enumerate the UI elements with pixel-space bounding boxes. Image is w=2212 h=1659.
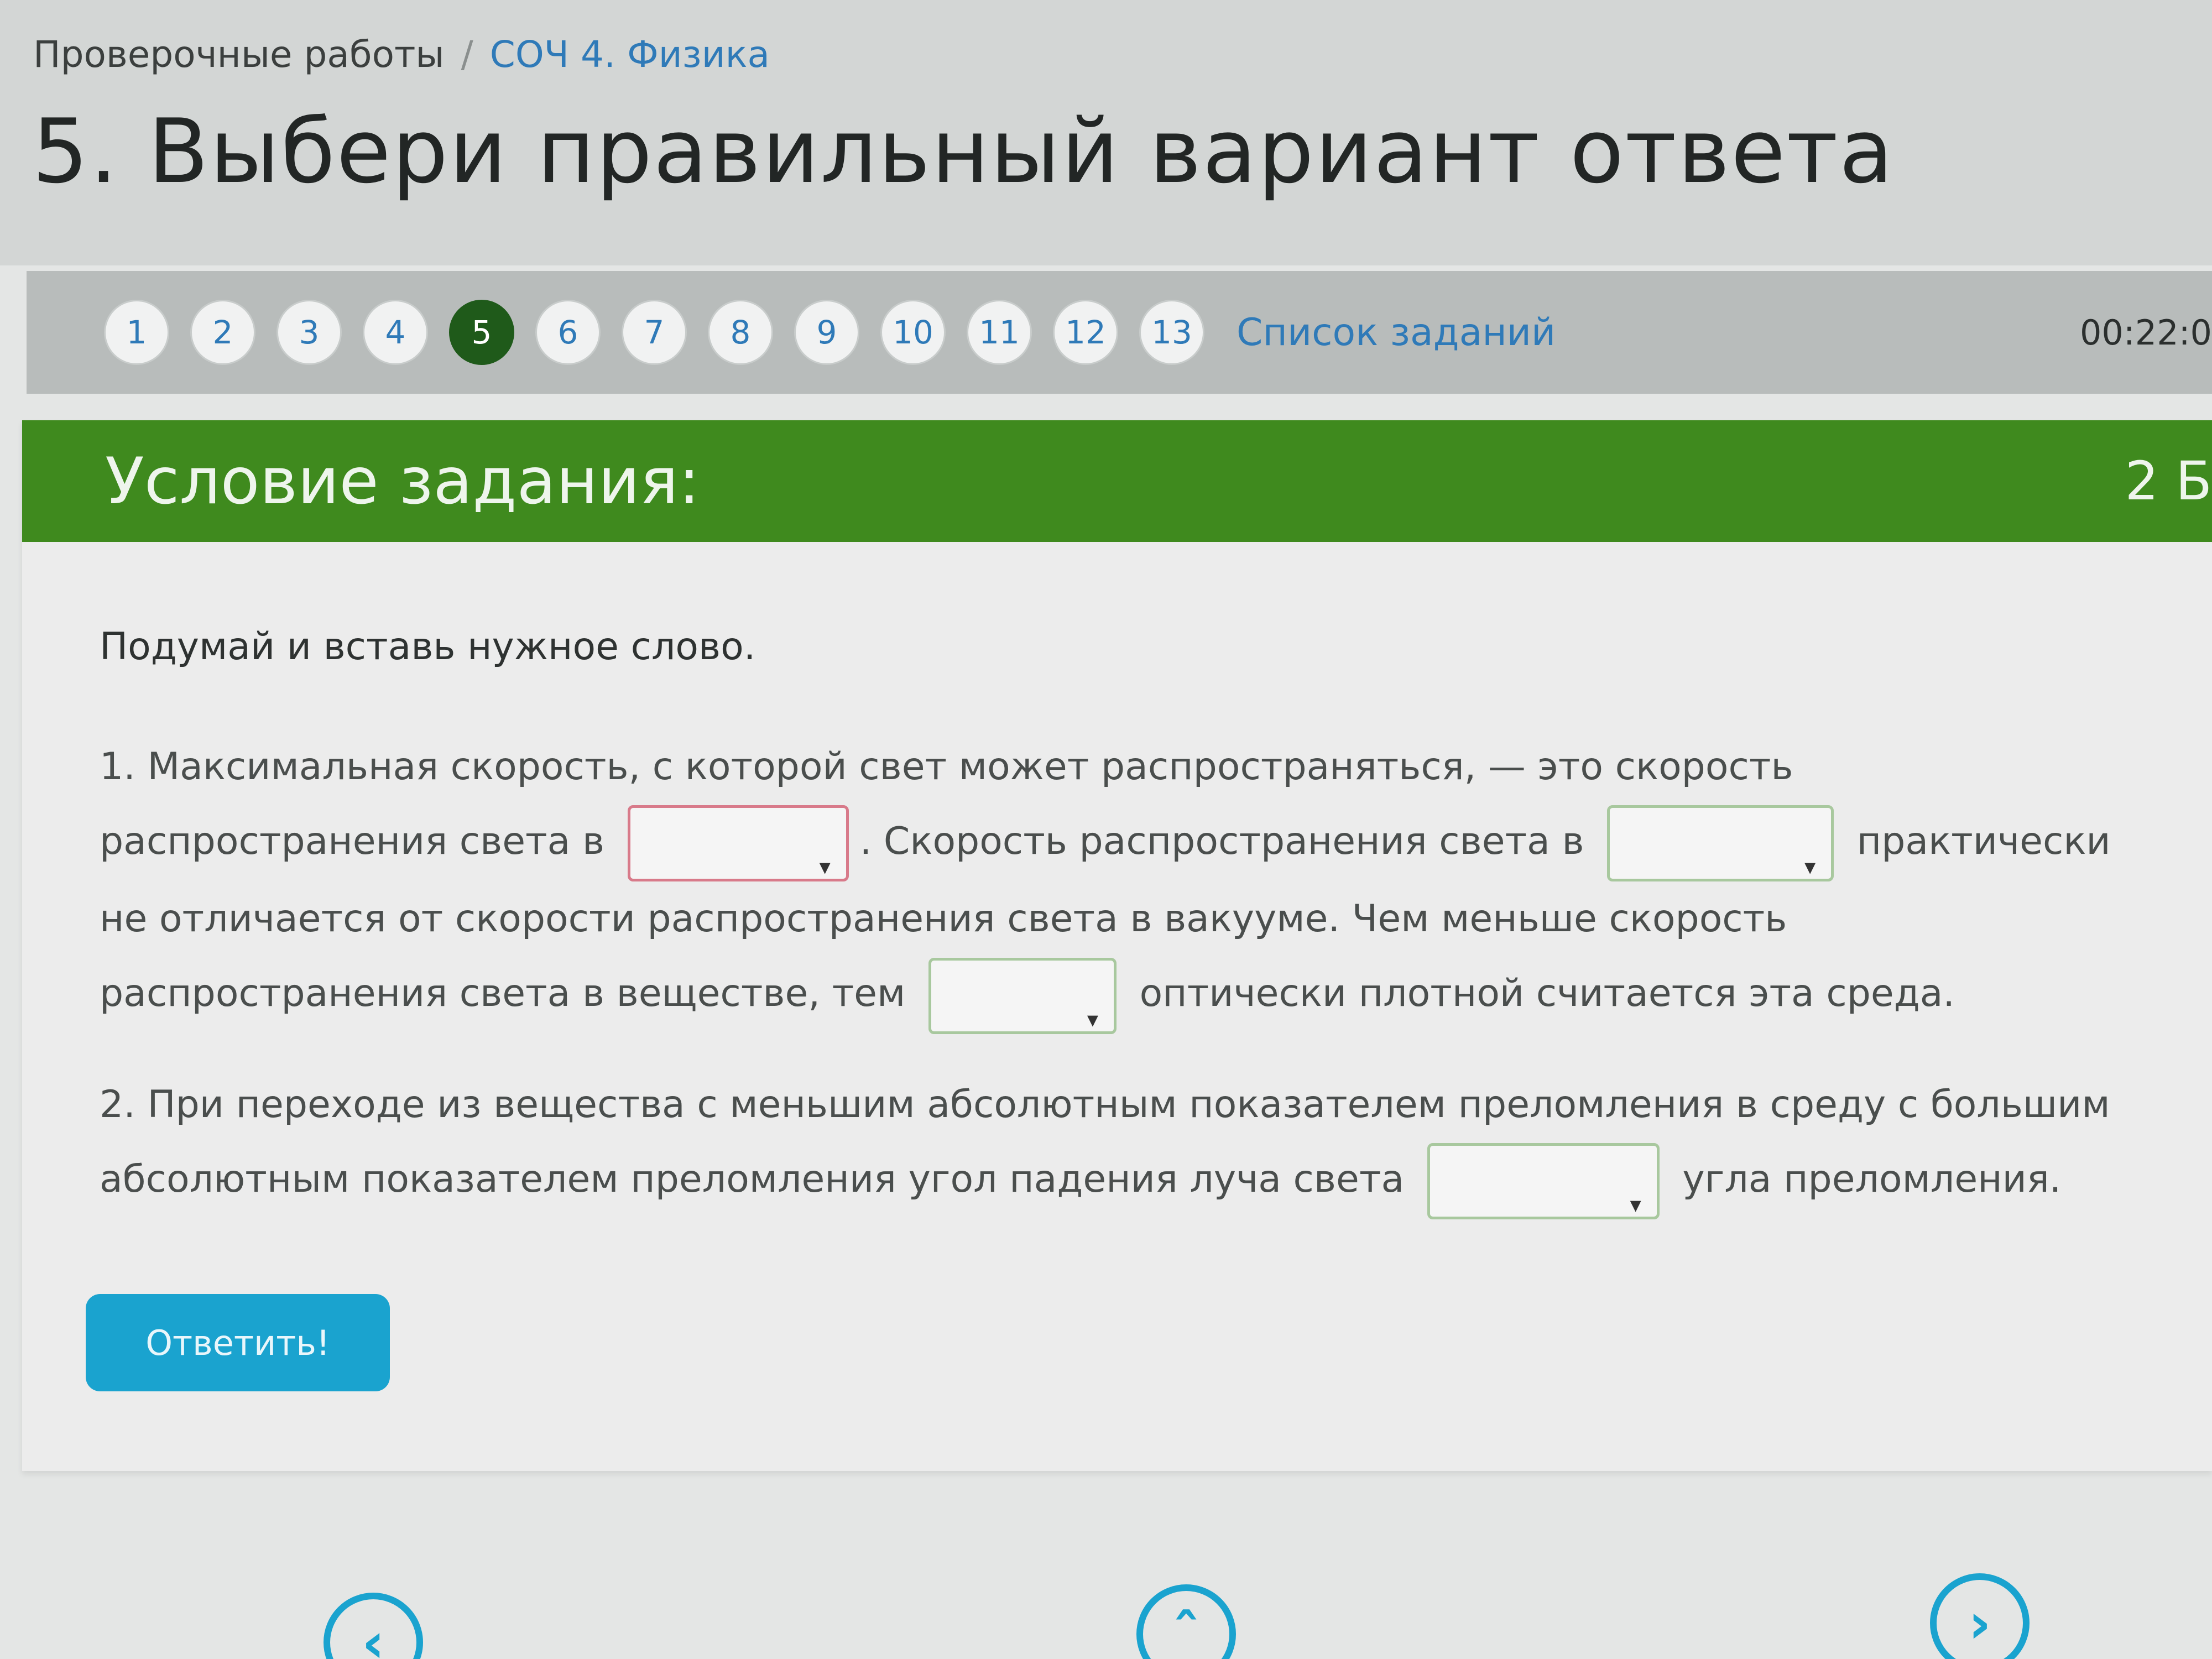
dropdown-arrow-icon: ▾ — [819, 854, 831, 880]
page-button-3[interactable]: 3 — [276, 300, 342, 365]
page-button-5-active[interactable]: 5 — [449, 300, 514, 365]
dropdown-arrow-icon: ▾ — [1087, 1006, 1098, 1032]
breadcrumb-separator: / — [461, 33, 473, 76]
chevron-up-icon: ˆ — [1172, 1601, 1200, 1659]
prev-task-button[interactable]: ‹ — [324, 1593, 423, 1659]
breadcrumb-current-link[interactable]: СОЧ 4. Физика — [490, 33, 770, 76]
dropdown-q1-blank-2[interactable]: ▾ — [1607, 805, 1834, 882]
page-button-9[interactable]: 9 — [794, 300, 859, 365]
question-1-text-part2: . Скорость распространения света в — [859, 820, 1584, 863]
dropdown-q1-blank-3[interactable]: ▾ — [928, 957, 1117, 1034]
task-card-body: Подумай и вставь нужное слово. 1. Максим… — [22, 542, 2212, 1220]
dropdown-q1-blank-1[interactable]: ▾ — [627, 805, 849, 882]
task-list-link[interactable]: Список заданий — [1237, 311, 1556, 354]
dropdown-arrow-icon: ▾ — [1630, 1192, 1641, 1218]
task-instruction: Подумай и вставь нужное слово. — [100, 625, 756, 669]
task-pager: 1 2 3 4 5 6 7 8 9 10 11 12 13 Список зад… — [27, 271, 2212, 394]
task-card-header: Условие задания: 2 Б — [22, 420, 2212, 542]
dropdown-arrow-icon: ▾ — [1804, 854, 1816, 880]
page-button-10[interactable]: 10 — [880, 300, 946, 365]
question-1: 1. Максимальная скорость, с которой свет… — [100, 729, 2135, 1034]
top-area: Проверочные работы / СОЧ 4. Физика 5. Вы… — [0, 0, 2212, 265]
page-button-7[interactable]: 7 — [622, 300, 687, 365]
question-1-text-part4: оптически плотной считается эта среда. — [1139, 972, 1955, 1016]
answer-button[interactable]: Ответить! — [86, 1294, 390, 1391]
task-card: Условие задания: 2 Б Подумай и вставь ну… — [22, 420, 2212, 1471]
page-button-4[interactable]: 4 — [363, 300, 428, 365]
page-button-6[interactable]: 6 — [535, 300, 601, 365]
next-task-button[interactable]: › — [1930, 1573, 2030, 1659]
question-2: 2. При переходе из вещества с меньшим аб… — [100, 1067, 2135, 1220]
page-button-11[interactable]: 11 — [967, 300, 1032, 365]
question-2-text-part2: угла преломления. — [1682, 1157, 2062, 1201]
breadcrumb-root-link[interactable]: Проверочные работы — [33, 33, 445, 76]
task-card-title: Условие задания: — [105, 444, 700, 519]
task-points: 2 Б — [2125, 450, 2212, 512]
page-button-1[interactable]: 1 — [104, 300, 169, 365]
page-title: 5. Выбери правильный вариант ответа — [32, 100, 1895, 203]
timer: 00:22:0 — [2079, 312, 2212, 353]
chevron-left-icon: ‹ — [362, 1610, 385, 1659]
page-button-12[interactable]: 12 — [1053, 300, 1118, 365]
scroll-up-button[interactable]: ˆ — [1136, 1584, 1236, 1659]
page-button-8[interactable]: 8 — [708, 300, 773, 365]
chevron-right-icon: › — [1968, 1590, 1991, 1656]
dropdown-q2-blank-1[interactable]: ▾ — [1427, 1143, 1660, 1220]
page-button-13[interactable]: 13 — [1139, 300, 1204, 365]
breadcrumb: Проверочные работы / СОЧ 4. Физика — [33, 33, 770, 76]
page-button-2[interactable]: 2 — [190, 300, 255, 365]
